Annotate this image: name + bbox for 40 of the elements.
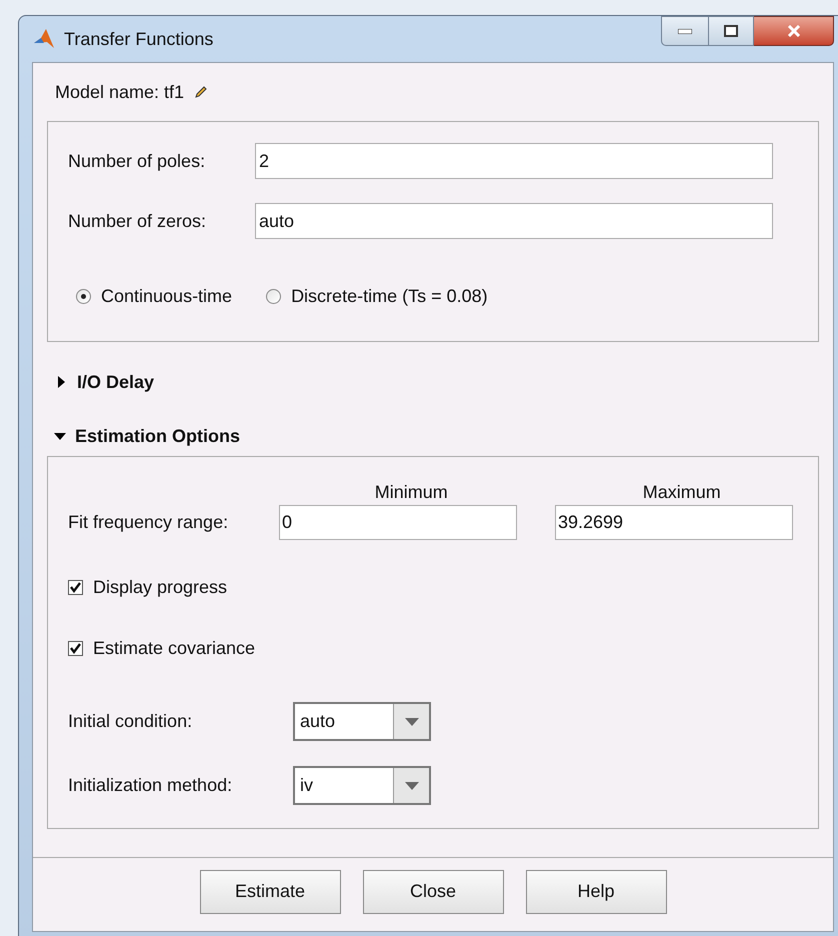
dropdown[interactable]: iv <box>293 766 431 805</box>
dropdown[interactable]: auto <box>293 702 431 741</box>
checkbox[interactable] <box>68 641 83 656</box>
section-header[interactable]: I/O Delay <box>55 368 154 396</box>
column-header: Minimum <box>374 481 449 503</box>
dialog-button[interactable]: Help <box>526 870 666 914</box>
checkmark-icon <box>70 643 81 654</box>
dialog-button[interactable]: Estimate <box>200 870 340 914</box>
field-label: Initial condition: <box>68 710 194 733</box>
app-logo-icon <box>32 27 56 51</box>
minimize-icon <box>678 28 692 34</box>
checkbox[interactable] <box>68 580 83 595</box>
maximize-icon <box>724 25 738 37</box>
radio-button[interactable] <box>76 289 91 304</box>
input-field[interactable]: 0 <box>279 505 517 540</box>
close-icon <box>786 25 800 37</box>
checkbox-label[interactable]: Display progress <box>93 574 228 601</box>
caret-icon <box>404 718 418 726</box>
checkmark-icon <box>70 582 81 593</box>
model-name-label: Model name: tf1 <box>55 80 184 104</box>
caret-icon <box>404 782 418 790</box>
radio-button[interactable] <box>266 289 282 304</box>
pencil-icon[interactable] <box>194 85 208 99</box>
input-field[interactable]: 2 <box>255 143 773 179</box>
checkbox-label[interactable]: Estimate covariance <box>93 635 256 662</box>
input-field[interactable]: 39.2699 <box>555 505 793 540</box>
radio-label[interactable]: Continuous-time <box>101 283 232 310</box>
field-label: Number of zeros: <box>68 210 208 232</box>
dialog-button[interactable]: Close <box>362 870 504 914</box>
close-window-button[interactable] <box>754 16 834 46</box>
column-header: Maximum <box>642 481 722 503</box>
field-label: Number of poles: <box>68 150 206 173</box>
minimize-button[interactable] <box>661 16 709 46</box>
section-header[interactable]: Estimation Options <box>53 422 240 450</box>
input-field[interactable]: auto <box>255 203 773 239</box>
field-label: Initialization method: <box>68 774 234 797</box>
radio-label[interactable]: Discrete-time (Ts = 0.08) <box>291 283 488 310</box>
window-title: Transfer Functions <box>64 28 214 50</box>
field-label: Fit frequency range: <box>68 511 230 534</box>
maximize-button[interactable] <box>709 16 754 46</box>
